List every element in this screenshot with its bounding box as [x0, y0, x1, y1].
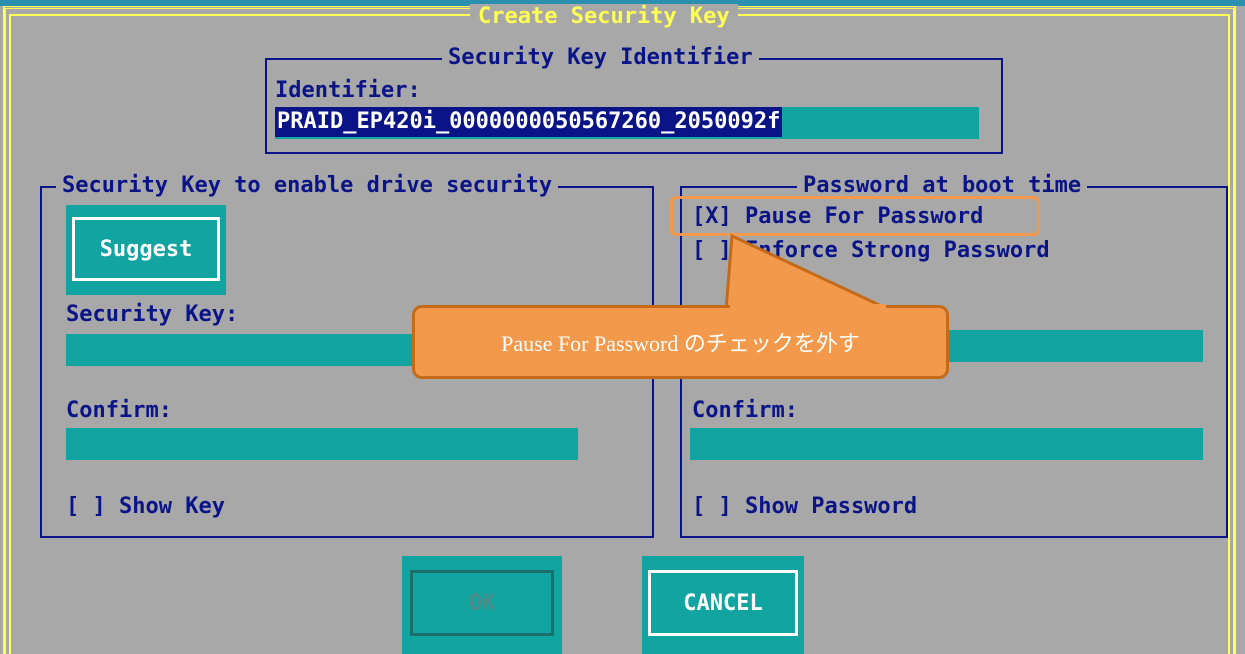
identifier-group — [265, 58, 1003, 154]
callout-box: Pause For Password のチェックを外す — [412, 305, 949, 379]
ok-button-label: OK — [468, 590, 496, 616]
security-key-label: Security Key: — [66, 302, 239, 327]
suggest-button[interactable]: Suggest — [66, 205, 226, 295]
dialog-title: Create Security Key — [470, 4, 738, 30]
show-key-checkbox[interactable]: [ ] Show Key — [66, 494, 225, 520]
security-key-confirm-input[interactable] — [66, 428, 578, 460]
ok-button[interactable]: OK — [402, 556, 562, 654]
show-password-checkbox[interactable]: [ ] Show Password — [692, 494, 917, 520]
password-confirm-label: Confirm: — [692, 398, 798, 423]
callout-pointer — [724, 233, 891, 310]
password-confirm-input[interactable] — [690, 428, 1203, 460]
cancel-button-label: CANCEL — [683, 590, 763, 616]
suggest-button-label: Suggest — [99, 236, 193, 262]
security-key-confirm-label: Confirm: — [66, 398, 172, 423]
identifier-group-legend: Security Key Identifier — [442, 45, 759, 71]
identifier-value[interactable]: PRAID_EP420i_0000000050567260_2050092f — [275, 107, 783, 137]
cancel-button[interactable]: CANCEL — [642, 556, 804, 654]
callout-joint-cover — [730, 304, 886, 310]
identifier-label: Identifier: — [275, 78, 421, 103]
security-key-group-legend: Security Key to enable drive security — [56, 173, 559, 199]
callout-text: Pause For Password のチェックを外す — [501, 331, 860, 356]
